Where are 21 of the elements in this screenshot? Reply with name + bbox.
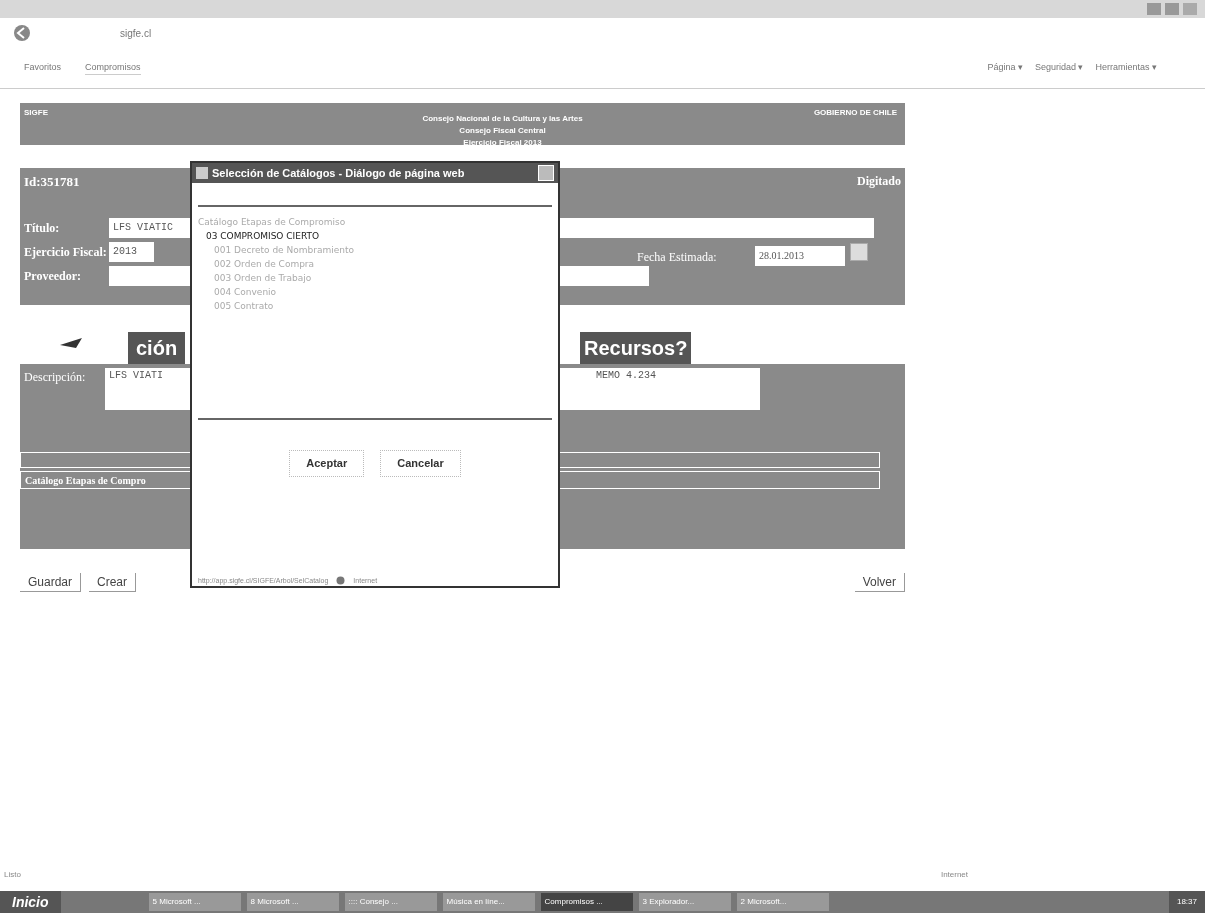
header-text: Consejo Fiscal Central <box>459 125 546 137</box>
header-text: Ejercicio Fiscal 2013 <box>463 137 542 149</box>
field-label: Título: <box>24 220 61 237</box>
zone-label: Internet <box>940 869 969 881</box>
record-id: Id:351781 <box>24 173 80 191</box>
record-status: Digitado <box>857 173 901 190</box>
catalog-label: Catálogo Etapas de Compro <box>24 473 147 488</box>
description-text: LFS VIATI <box>109 369 163 383</box>
banner-title: ción <box>128 332 186 364</box>
header-text: Consejo Nacional de la Cultura y las Artes <box>422 113 583 125</box>
dialog-title: Selección de Catálogos - Diálogo de página web <box>212 165 465 181</box>
date-label: Fecha Estimada: <box>637 249 717 266</box>
brand-label: SIGFE <box>24 107 48 119</box>
field-label: Ejercicio Fiscal: <box>24 244 108 261</box>
description-text: MEMO 4.234 <box>596 369 656 383</box>
description-label: Descripción: <box>24 369 86 386</box>
banner-title: Recursos? <box>580 332 692 364</box>
field-label: Proveedor: <box>24 268 83 285</box>
status-text: Listo <box>4 869 21 881</box>
clock: 18:37 <box>1176 896 1197 908</box>
government-label: GOBIERNO DE CHILE <box>813 107 897 119</box>
